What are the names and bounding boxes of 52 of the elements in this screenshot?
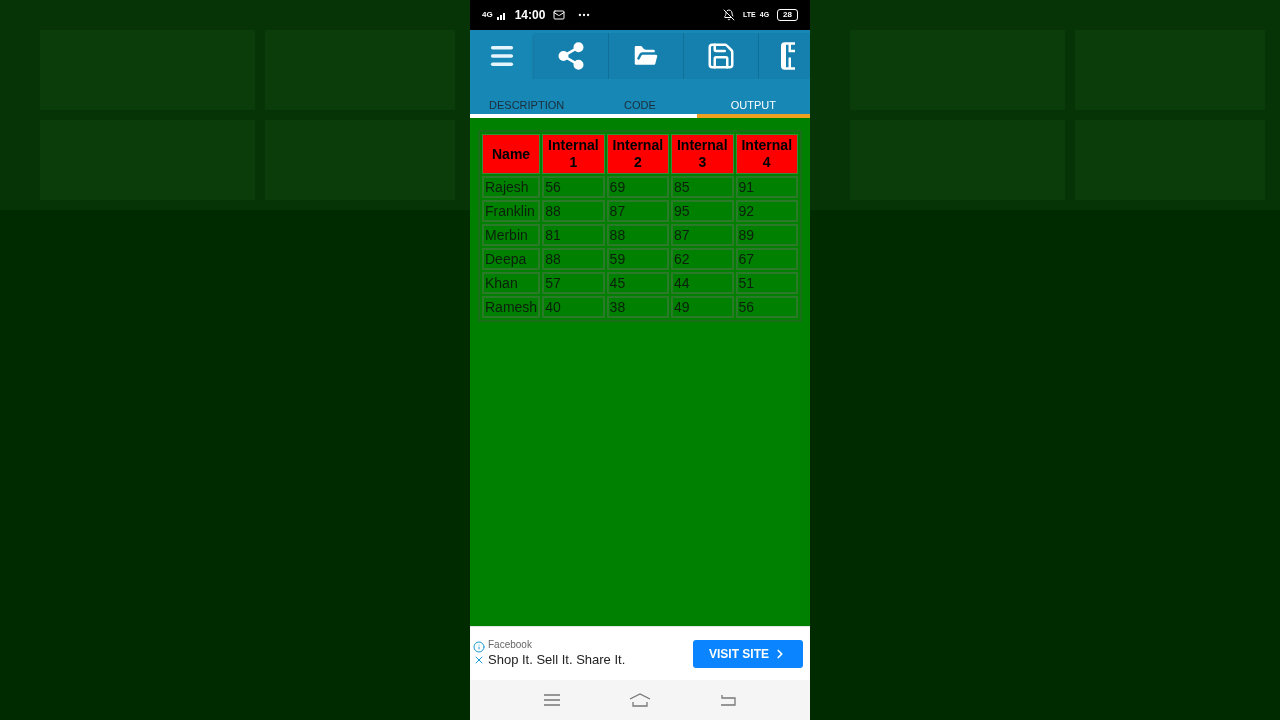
table-cell: 92: [735, 200, 798, 222]
table-cell: 89: [735, 224, 798, 246]
table-cell: Rajesh: [482, 176, 541, 198]
table-cell: 87: [671, 224, 734, 246]
visit-site-button[interactable]: VISIT SITE: [693, 639, 803, 668]
home-icon[interactable]: [629, 693, 651, 707]
table-cell: 40: [542, 296, 605, 318]
tab[interactable]: DESCRIPTION: [470, 97, 584, 118]
advertiser-name: Facebook: [488, 639, 533, 652]
table-cell: Franklin: [482, 200, 541, 222]
battery-indicator: 28: [777, 9, 798, 21]
info-icon[interactable]: [473, 641, 485, 653]
column-header: Internal 3: [671, 134, 734, 174]
table-cell: Merbin: [482, 224, 541, 246]
table-cell: 49: [671, 296, 734, 318]
bell-off-icon: [723, 9, 736, 21]
table-cell: 95: [671, 200, 734, 222]
network-label: 4G: [482, 9, 493, 21]
column-header: Internal 4: [735, 134, 798, 174]
table-cell: 51: [735, 272, 798, 294]
table-cell: 59: [606, 248, 670, 270]
share-icon: [556, 41, 586, 71]
table-cell: 88: [606, 224, 670, 246]
table-cell: 67: [735, 248, 798, 270]
table-cell: 62: [671, 248, 734, 270]
table-cell: 38: [606, 296, 670, 318]
table-cell: 69: [606, 176, 670, 198]
table-cell: Deepa: [482, 248, 541, 270]
table-cell: 45: [606, 272, 670, 294]
table-cell: 87: [606, 200, 670, 222]
table-cell: Ramesh: [482, 296, 541, 318]
column-header: Internal 1: [542, 134, 605, 174]
table-cell: 91: [735, 176, 798, 198]
tab[interactable]: CODE: [583, 97, 697, 118]
clock: 14:00: [514, 7, 546, 24]
table-cell: 88: [542, 248, 605, 270]
back-icon[interactable]: [719, 694, 736, 706]
mail-icon: [553, 9, 566, 21]
table-cell: 56: [735, 296, 798, 318]
close-icon[interactable]: [473, 654, 485, 666]
table-cell: 57: [542, 272, 605, 294]
column-header: Internal 2: [606, 134, 670, 174]
signal-icon: [496, 10, 507, 20]
column-header: Name: [482, 134, 541, 174]
table-cell: 81: [542, 224, 605, 246]
table-cell: 88: [542, 200, 605, 222]
table-cell: 44: [671, 272, 734, 294]
menu-icon[interactable]: [544, 694, 561, 706]
ad-headline: Shop It. Sell It. Share It.: [488, 651, 627, 668]
table-cell: Khan: [482, 272, 541, 294]
table-cell: 85: [671, 176, 734, 198]
table-cell: 56: [542, 176, 605, 198]
